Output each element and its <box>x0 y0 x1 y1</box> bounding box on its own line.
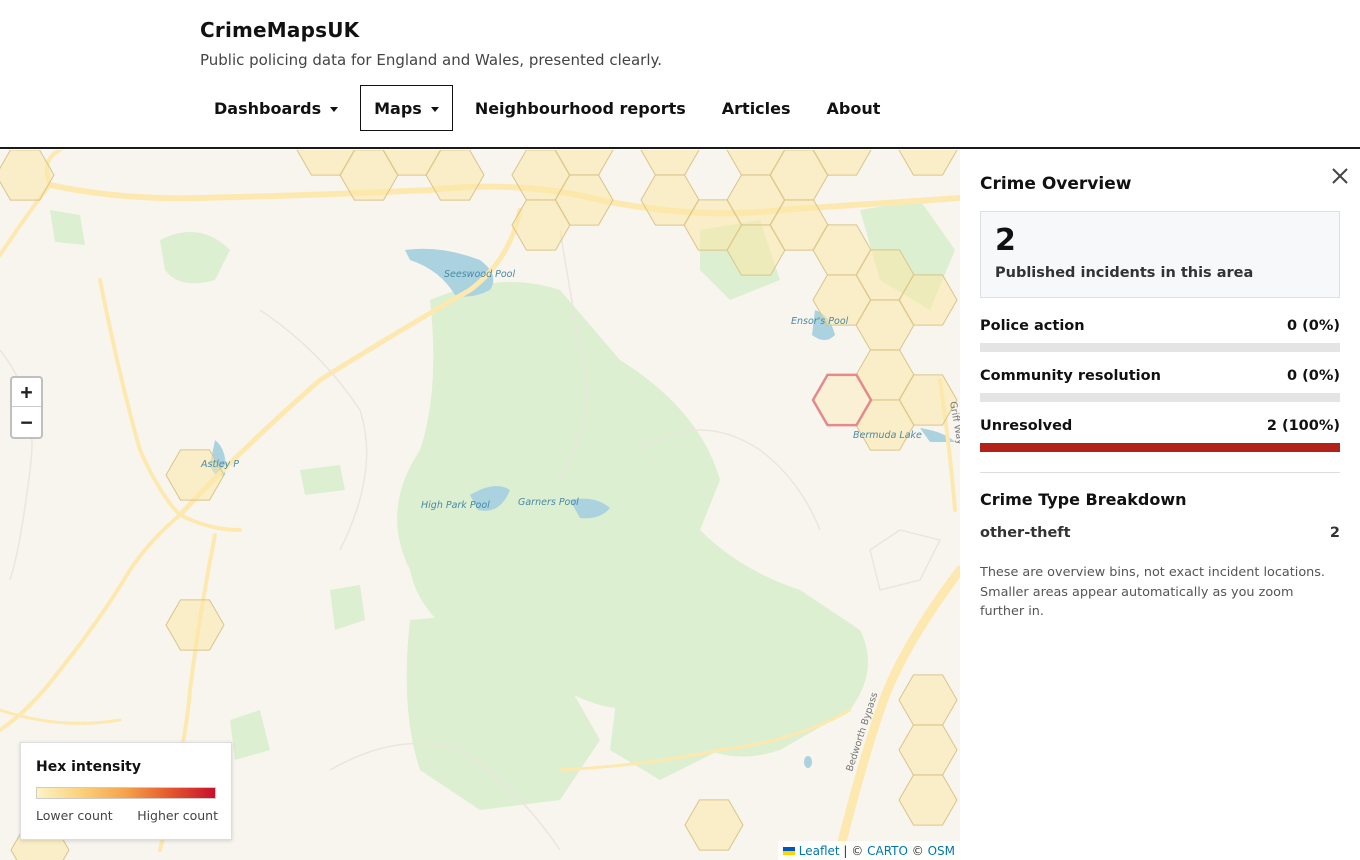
crime-overview-panel: Crime Overview 2 Published incidents in … <box>960 150 1360 860</box>
panel-divider <box>980 472 1340 473</box>
chevron-down-icon <box>330 106 339 112</box>
nav-articles[interactable]: Articles <box>708 85 805 131</box>
legend-high-label: Higher count <box>137 808 218 823</box>
main-nav: Dashboards Maps Neighbourhood reports Ar… <box>200 85 902 131</box>
incident-count: 2 <box>995 223 1016 258</box>
chevron-down-icon <box>430 106 439 112</box>
stat-value: 2 (100%) <box>1266 418 1340 434</box>
nav-about[interactable]: About <box>813 85 895 131</box>
carto-link[interactable]: CARTO <box>867 844 908 858</box>
hex-bin[interactable] <box>640 150 700 176</box>
close-icon[interactable] <box>1328 164 1352 188</box>
hex-bin[interactable] <box>684 799 744 851</box>
hex-bin[interactable] <box>165 599 225 651</box>
leaflet-link[interactable]: Leaflet <box>799 844 840 858</box>
zoom-out-button[interactable]: − <box>12 407 41 436</box>
label-seeswood-pool: Seeswood Pool <box>444 269 515 280</box>
stat-value: 0 (0%) <box>1286 318 1340 334</box>
hex-bin[interactable] <box>898 674 958 726</box>
zoom-in-button[interactable]: + <box>12 378 41 407</box>
incident-summary-card: 2 Published incidents in this area <box>980 211 1340 298</box>
nav-dashboards[interactable]: Dashboards <box>200 85 352 131</box>
crime-type-count: 2 <box>1329 525 1340 541</box>
overview-bins-note: These are overview bins, not exact incid… <box>980 565 1326 619</box>
hex-bin[interactable] <box>898 724 958 776</box>
nav-neighbourhood-reports[interactable]: Neighbourhood reports <box>461 85 700 131</box>
stat-police-action: Police action 0 (0%) <box>980 318 1340 352</box>
stat-value: 0 (0%) <box>1286 368 1340 384</box>
label-astley-pool: Astley P <box>200 459 239 470</box>
site-tagline: Public policing data for England and Wal… <box>200 51 663 69</box>
label-bermuda-lake: Bermuda Lake <box>853 430 922 441</box>
zoom-control: + − <box>10 376 43 439</box>
crime-type-name: other-theft <box>980 525 1071 541</box>
legend-gradient <box>36 787 216 799</box>
hex-bin[interactable] <box>898 774 958 826</box>
hex-legend: Hex intensity Lower count Higher count <box>20 742 232 840</box>
stat-label: Unresolved <box>980 418 1073 434</box>
hex-bin[interactable] <box>898 150 958 176</box>
nav-maps[interactable]: Maps <box>360 85 453 131</box>
stat-progress-bar <box>980 443 1340 452</box>
crime-map[interactable]: Seeswood Pool Ensor's Pool Astley P High… <box>0 150 960 860</box>
site-brand[interactable]: CrimeMapsUK <box>200 18 359 42</box>
ukraine-flag-icon <box>782 846 795 855</box>
label-high-park-pool: High Park Pool <box>421 500 490 511</box>
stat-progress-bar <box>980 343 1340 352</box>
stat-progress-bar <box>980 393 1340 402</box>
label-garners-pool: Garners Pool <box>518 497 579 508</box>
attribution-osm-prefix: © <box>907 843 928 858</box>
stat-unresolved: Unresolved 2 (100%) <box>980 418 1340 452</box>
stat-progress-fill <box>980 443 1340 452</box>
map-attribution: Leaflet | © CARTO © OSM <box>777 841 960 860</box>
osm-link[interactable]: OSM <box>928 844 955 858</box>
crime-type-breakdown-title: Crime Type Breakdown <box>980 490 1187 509</box>
stat-community-resolution: Community resolution 0 (0%) <box>980 368 1340 402</box>
legend-low-label: Lower count <box>36 808 113 823</box>
attribution-separator: | © <box>839 843 868 858</box>
nav-dashboards-label: Dashboards <box>214 98 322 118</box>
stat-label: Police action <box>980 318 1085 334</box>
legend-labels: Lower count Higher count <box>36 808 218 823</box>
crime-type-row: other-theft 2 <box>980 525 1340 541</box>
legend-title: Hex intensity <box>36 759 141 775</box>
site-header: CrimeMapsUK Public policing data for Eng… <box>0 0 1360 149</box>
label-ensors-pool: Ensor's Pool <box>791 316 849 327</box>
nav-maps-label: Maps <box>374 98 422 118</box>
panel-title: Crime Overview <box>980 174 1132 194</box>
stat-label: Community resolution <box>980 368 1161 384</box>
incident-count-label: Published incidents in this area <box>995 265 1254 281</box>
